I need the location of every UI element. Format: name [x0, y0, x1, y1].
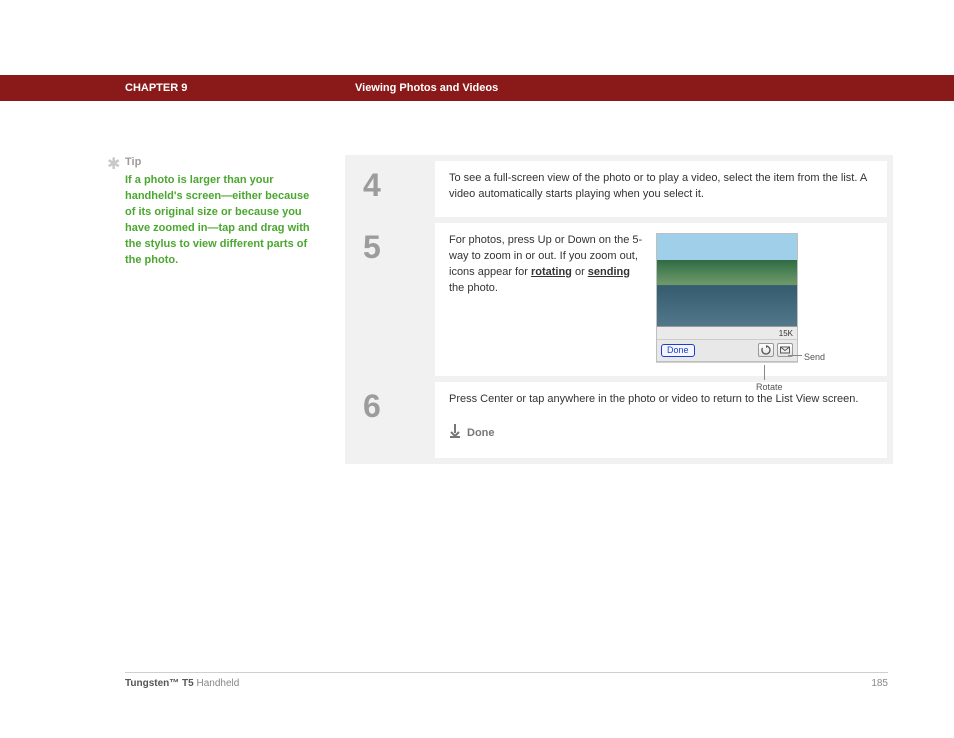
step-number-cell: 6 — [351, 382, 429, 458]
done-indicator: Done — [449, 424, 873, 444]
step-number: 6 — [363, 390, 429, 422]
device-toolbar: Done — [657, 340, 797, 361]
step-body: Press Center or tap anywhere in the phot… — [435, 382, 887, 458]
step-number: 5 — [363, 231, 429, 263]
tip-star-icon: ✱ — [107, 153, 120, 176]
step-number-cell: 4 — [351, 161, 429, 217]
chapter-label: CHAPTER 9 — [125, 82, 355, 94]
sending-link[interactable]: sending — [588, 266, 630, 278]
callout-line — [788, 355, 802, 356]
step-4: 4 To see a full-screen view of the photo… — [351, 161, 887, 217]
step-5-text-or: or — [572, 266, 588, 278]
device-done-button[interactable]: Done — [661, 344, 695, 358]
product-name-rest: Handheld — [194, 678, 240, 689]
rotate-icon[interactable] — [758, 343, 774, 357]
steps-panel: 4 To see a full-screen view of the photo… — [345, 155, 893, 464]
callout-line — [764, 365, 765, 380]
page-number: 185 — [871, 678, 888, 689]
step-5-text: For photos, press Up or Down on the 5-wa… — [449, 233, 644, 297]
chapter-title: Viewing Photos and Videos — [355, 82, 498, 94]
rotate-callout: Rotate — [756, 381, 783, 394]
step-body: For photos, press Up or Down on the 5-wa… — [435, 223, 887, 377]
device-photo-area — [657, 234, 797, 327]
step-number-cell: 5 — [351, 223, 429, 377]
tip-heading: Tip — [125, 155, 312, 171]
step-5-text-after: the photo. — [449, 282, 498, 294]
tip-block: ✱ Tip If a photo is larger than your han… — [107, 155, 312, 269]
step-6-text: Press Center or tap anywhere in the phot… — [449, 393, 858, 405]
tip-body: If a photo is larger than your handheld'… — [125, 173, 312, 269]
rotating-link[interactable]: rotating — [531, 266, 572, 278]
footer-rule — [125, 672, 888, 673]
step-5: 5 For photos, press Up or Down on the 5-… — [351, 223, 887, 377]
done-label: Done — [467, 426, 495, 442]
device-screenshot-wrap: 15K Done — [656, 233, 836, 363]
send-callout: Send — [804, 351, 825, 364]
step-6: 6 Press Center or tap anywhere in the ph… — [351, 382, 887, 458]
device-screenshot: 15K Done — [656, 233, 798, 363]
product-name: Tungsten™ T5 Handheld — [125, 678, 239, 689]
done-arrow-icon — [449, 424, 461, 444]
step-number: 4 — [363, 169, 429, 201]
chapter-header: CHAPTER 9 Viewing Photos and Videos — [0, 75, 954, 101]
product-name-bold: Tungsten™ T5 — [125, 678, 194, 689]
chapter-header-inner: CHAPTER 9 Viewing Photos and Videos — [125, 75, 888, 101]
footer: Tungsten™ T5 Handheld 185 — [125, 678, 888, 689]
step-body: To see a full-screen view of the photo o… — [435, 161, 887, 217]
step-4-text: To see a full-screen view of the photo o… — [449, 172, 867, 200]
device-filesize: 15K — [657, 327, 797, 341]
page: CHAPTER 9 Viewing Photos and Videos ✱ Ti… — [0, 0, 954, 738]
